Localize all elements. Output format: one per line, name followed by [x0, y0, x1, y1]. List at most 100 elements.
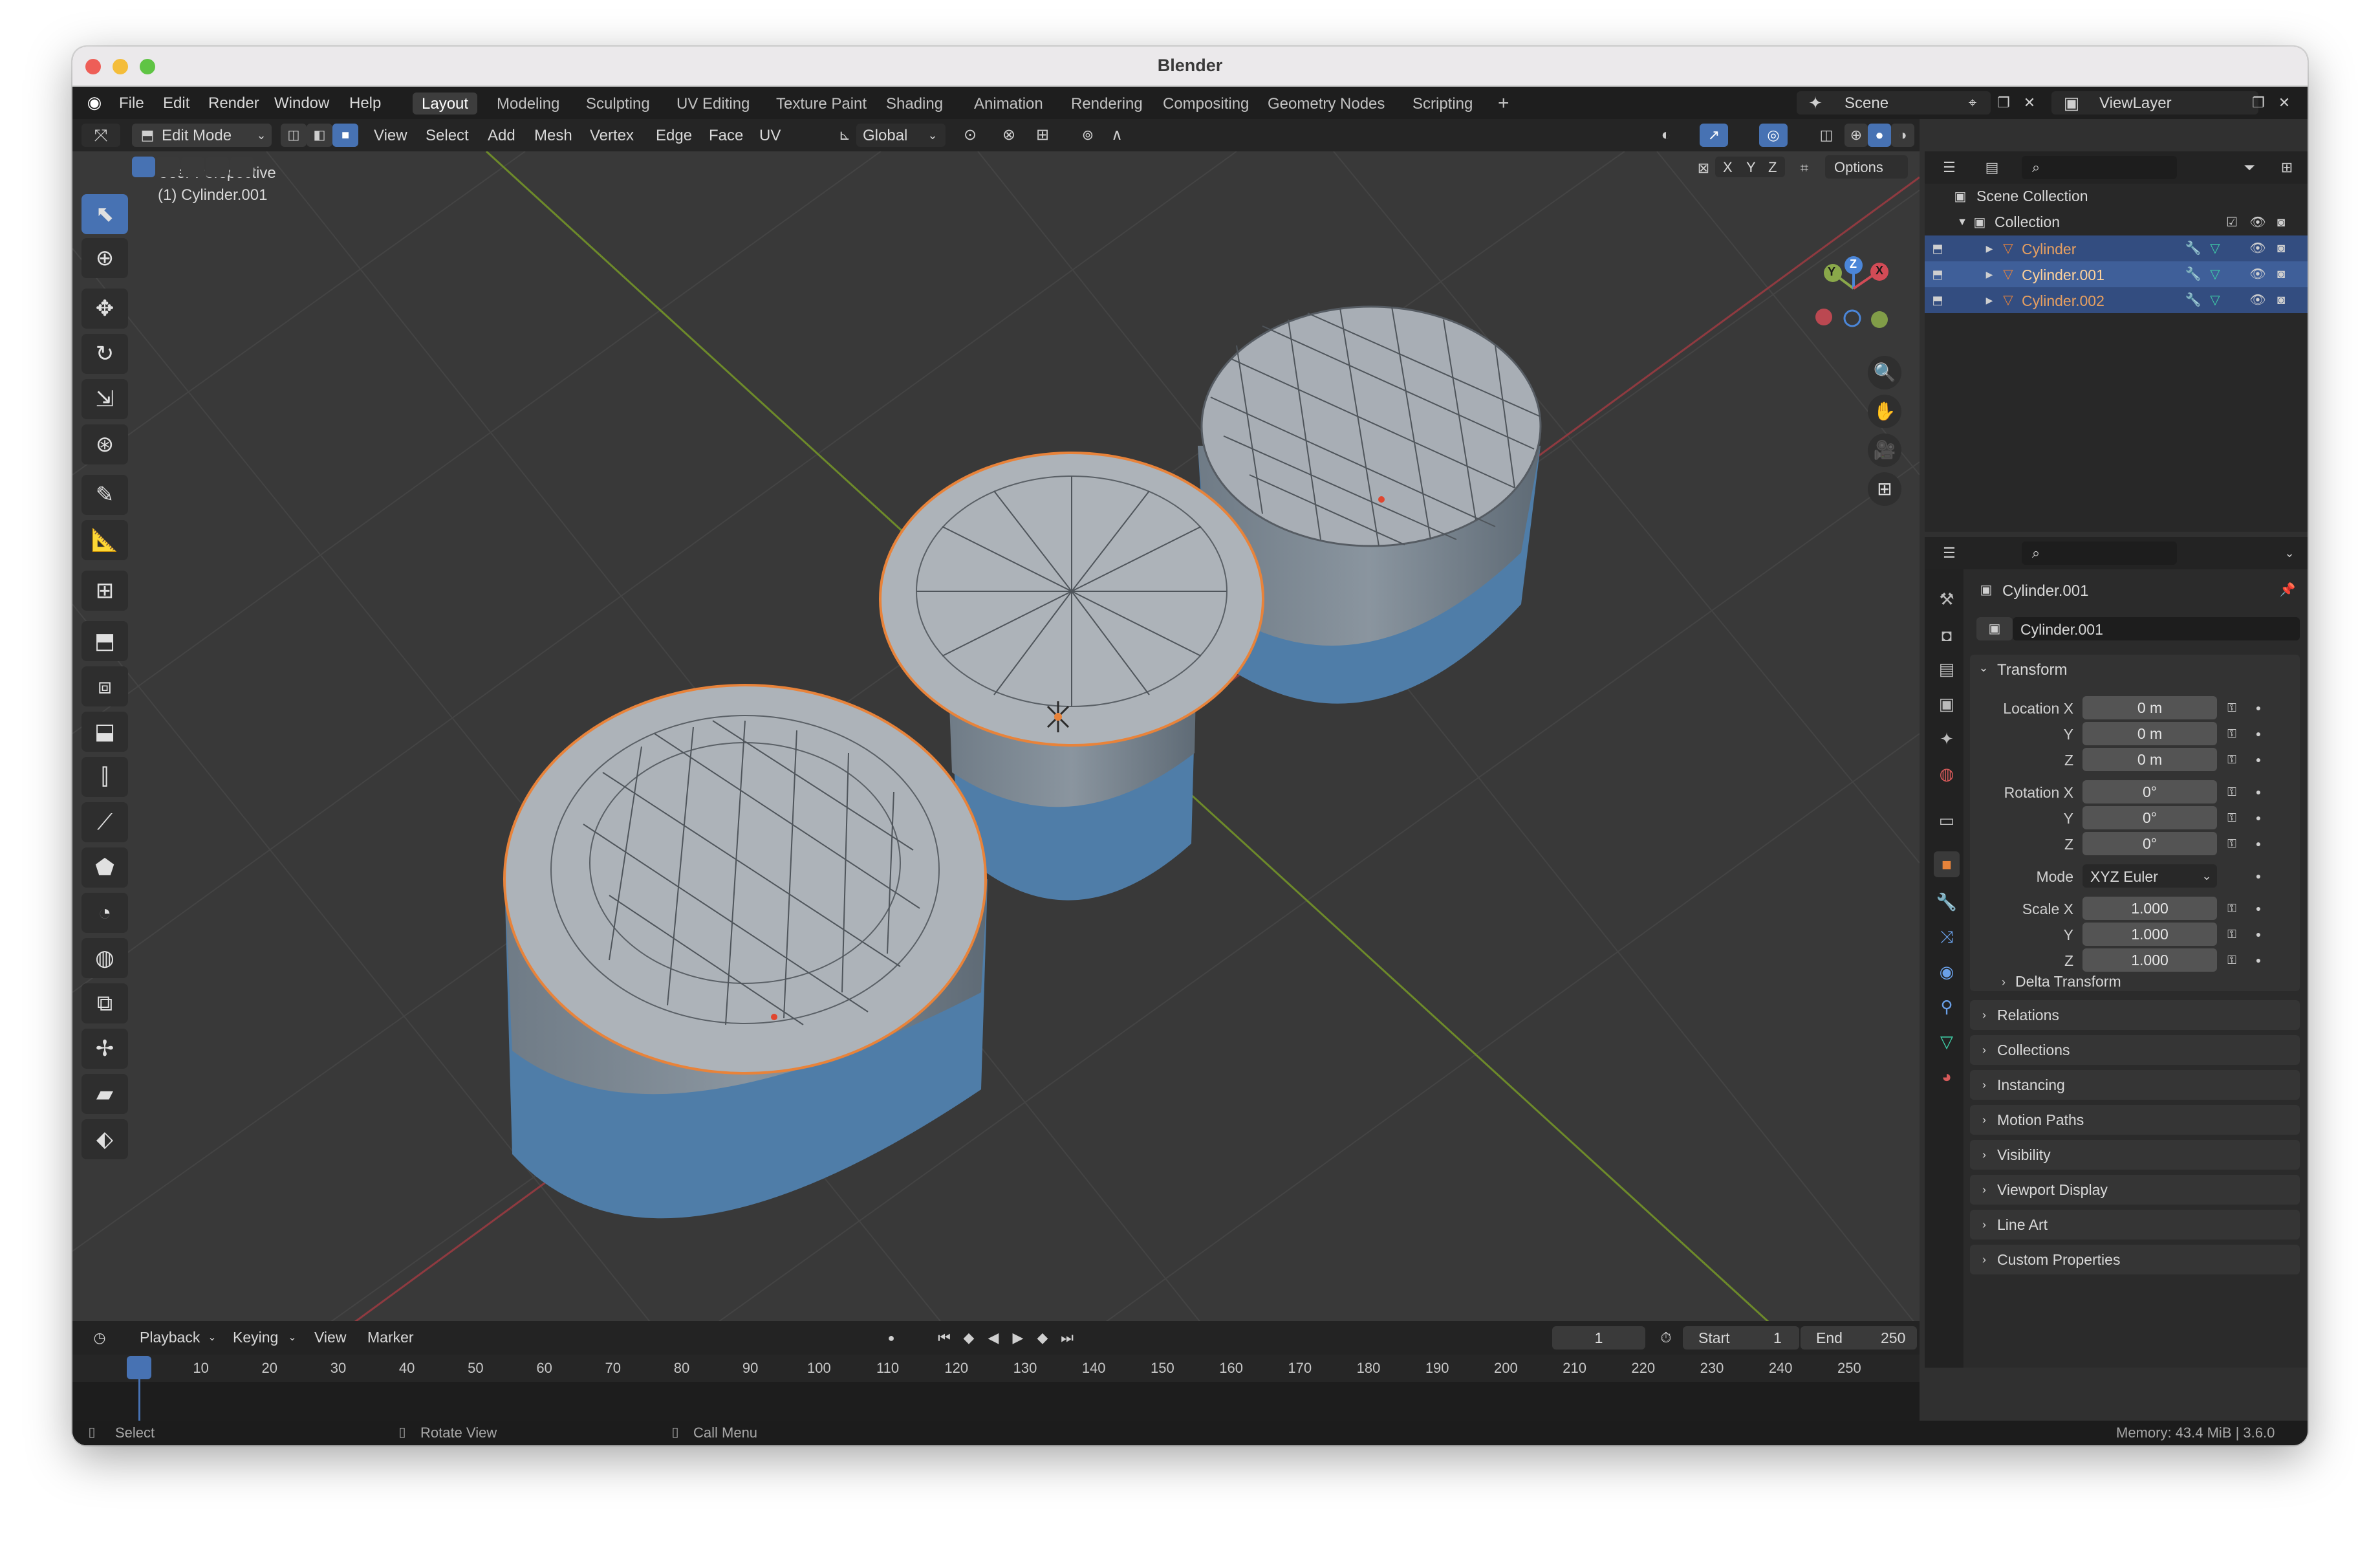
select-box-tool[interactable]: ⬉ — [81, 194, 128, 234]
eye-icon[interactable]: 👁 — [2248, 263, 2267, 286]
delta-transform-subpanel[interactable]: Delta Transform — [2015, 973, 2121, 990]
object-tab-icon[interactable]: ■ — [1934, 851, 1960, 877]
properties-editor-icon[interactable]: ☰ — [1931, 541, 1967, 565]
mirror-x-toggle[interactable]: X — [1723, 159, 1733, 176]
checkbox-icon[interactable]: ☑ — [2222, 211, 2242, 234]
eye-icon[interactable]: 👁 — [2248, 237, 2267, 260]
lock-icon[interactable]: ⚿ — [2222, 806, 2242, 829]
scale-x-field[interactable]: 1.000 — [2082, 897, 2217, 920]
lock-icon[interactable]: ⚿ — [2222, 780, 2242, 803]
smooth-tool[interactable]: ◍ — [81, 938, 128, 978]
render-tab-icon[interactable]: ◘ — [1934, 622, 1960, 648]
new-collection-icon[interactable]: ⊞ — [2274, 156, 2300, 179]
material-tab-icon[interactable]: ◕ — [1934, 1064, 1960, 1089]
prev-keyframe-icon[interactable]: ◆ — [957, 1326, 980, 1350]
lock-icon[interactable]: ⚿ — [2222, 832, 2242, 855]
playhead-marker[interactable] — [127, 1356, 151, 1379]
lock-icon[interactable]: ⚿ — [2222, 696, 2242, 719]
lock-icon[interactable]: ⚿ — [2222, 923, 2242, 946]
select-intersect-mode-button[interactable] — [230, 157, 254, 177]
menu-edit[interactable]: Edit — [163, 94, 189, 113]
output-tab-icon[interactable]: ▤ — [1934, 656, 1960, 682]
snap-toggle-icon[interactable]: ⊗ — [996, 124, 1022, 147]
edge-slide-tool[interactable]: ⧉ — [81, 983, 128, 1023]
location-z-field[interactable]: 0 m — [2082, 748, 2217, 771]
tab-texture-paint[interactable]: Texture Paint — [767, 93, 876, 115]
scene-collection-label[interactable]: Scene Collection — [1976, 188, 2088, 205]
auto-merge-icon[interactable]: ⌗ — [1793, 157, 1816, 180]
rotation-y-field[interactable]: 0° — [2082, 806, 2217, 829]
chevron-right-icon[interactable]: › — [1997, 970, 2010, 994]
view-layer-tab-icon[interactable]: ▣ — [1934, 691, 1960, 717]
particles-tab-icon[interactable]: ⤨ — [1934, 924, 1960, 950]
menu-help[interactable]: Help — [349, 94, 381, 113]
mirror-y-toggle[interactable]: Y — [1746, 159, 1756, 176]
ortho-grid-icon[interactable]: ⊞ — [1868, 472, 1901, 506]
select-subtract-mode-button[interactable] — [181, 157, 204, 177]
tab-modeling[interactable]: Modeling — [488, 93, 568, 115]
snap-target-icon[interactable]: ⊞ — [1023, 124, 1062, 147]
eye-icon[interactable]: 👁 — [2248, 289, 2267, 312]
modifier-wrench-icon[interactable]: 🔧 — [2183, 289, 2203, 312]
current-frame-field[interactable]: 1 — [1552, 1326, 1645, 1350]
poly-build-tool[interactable]: ⬟ — [81, 847, 128, 888]
measure-tool[interactable]: 📐 — [81, 520, 128, 560]
mesh-data-icon[interactable]: ▽ — [2205, 289, 2225, 312]
shear-tool[interactable]: ▰ — [81, 1074, 128, 1114]
keyframe-dot-icon[interactable]: ● — [2252, 696, 2265, 719]
expand-arrow-icon[interactable]: ▶ — [1983, 263, 1996, 286]
menu-mesh[interactable]: Mesh — [534, 127, 572, 145]
expand-arrow-icon[interactable]: ▶ — [1983, 289, 1996, 312]
extrude-tool[interactable]: ⬒ — [81, 621, 128, 661]
tool-tab-icon[interactable]: ⚒ — [1934, 586, 1960, 612]
physics-tab-icon[interactable]: ◉ — [1934, 959, 1960, 985]
rotation-x-field[interactable]: 0° — [2082, 780, 2217, 803]
cursor-tool[interactable]: ⊕ — [81, 238, 128, 278]
pivot-point-icon[interactable]: ⊙ — [951, 124, 990, 147]
blender-logo-icon[interactable]: ◉ — [81, 91, 107, 114]
edit-mode-row-icon[interactable]: ⬒ — [1929, 237, 1947, 260]
keyframe-dot-icon[interactable]: ● — [2252, 748, 2265, 771]
lock-icon[interactable]: ⚿ — [2222, 948, 2242, 972]
jump-end-icon[interactable]: ⏭ — [1055, 1326, 1079, 1350]
jump-start-icon[interactable]: ⏮ — [933, 1326, 956, 1350]
pin-icon[interactable]: 📌 — [2278, 578, 2297, 602]
constraints-tab-icon[interactable]: ⚲ — [1934, 994, 1960, 1020]
keyframe-dot-icon[interactable]: ● — [2252, 864, 2265, 888]
next-keyframe-icon[interactable]: ◆ — [1031, 1326, 1054, 1350]
world-tab-icon[interactable]: ◍ — [1934, 761, 1960, 787]
menu-edge[interactable]: Edge — [656, 127, 692, 145]
tab-animation[interactable]: Animation — [965, 93, 1052, 115]
rotate-tool[interactable]: ↻ — [81, 334, 128, 374]
keyframe-dot-icon[interactable]: ● — [2252, 722, 2265, 745]
tab-layout[interactable]: Layout — [413, 93, 478, 115]
tab-compositing[interactable]: Compositing — [1154, 93, 1258, 115]
transform-title[interactable]: Transform — [1997, 661, 2067, 679]
keyframe-dot-icon[interactable]: ● — [2252, 832, 2265, 855]
lock-icon[interactable]: ⚿ — [2222, 722, 2242, 745]
eye-icon[interactable]: 👁 — [2248, 211, 2267, 234]
scale-y-field[interactable]: 1.000 — [2082, 923, 2217, 946]
play-icon[interactable]: ▶ — [1006, 1326, 1030, 1350]
outliner-editor-icon[interactable]: ☰ — [1931, 156, 1967, 179]
tab-geometry-nodes[interactable]: Geometry Nodes — [1259, 93, 1394, 115]
new-view-layer-icon[interactable]: ❐ — [2245, 91, 2271, 115]
tab-rendering[interactable]: Rendering — [1062, 93, 1152, 115]
proportional-edit-icon[interactable]: ⊚ — [1075, 124, 1101, 147]
tab-sculpting[interactable]: Sculpting — [577, 93, 659, 115]
keyframe-dot-icon[interactable]: ● — [2252, 923, 2265, 946]
pan-hand-icon[interactable]: ✋ — [1868, 395, 1901, 428]
play-reverse-icon[interactable]: ◀ — [982, 1326, 1005, 1350]
collection-tab-icon[interactable]: ▭ — [1934, 807, 1960, 833]
edit-mode-row-icon[interactable]: ⬒ — [1929, 263, 1947, 286]
chevron-down-icon[interactable]: ⌄ — [1974, 656, 1993, 679]
menu-uv[interactable]: UV — [759, 127, 781, 145]
menu-face[interactable]: Face — [709, 127, 743, 145]
move-tool[interactable]: ✥ — [81, 289, 128, 329]
keyframe-dot-icon[interactable]: ● — [2252, 806, 2265, 829]
menu-file[interactable]: File — [119, 94, 144, 113]
menu-window[interactable]: Window — [274, 94, 329, 113]
inset-tool[interactable]: ⧈ — [81, 666, 128, 706]
scale-tool[interactable]: ⇲ — [81, 379, 128, 419]
scene-tab-icon[interactable]: ✦ — [1934, 726, 1960, 752]
